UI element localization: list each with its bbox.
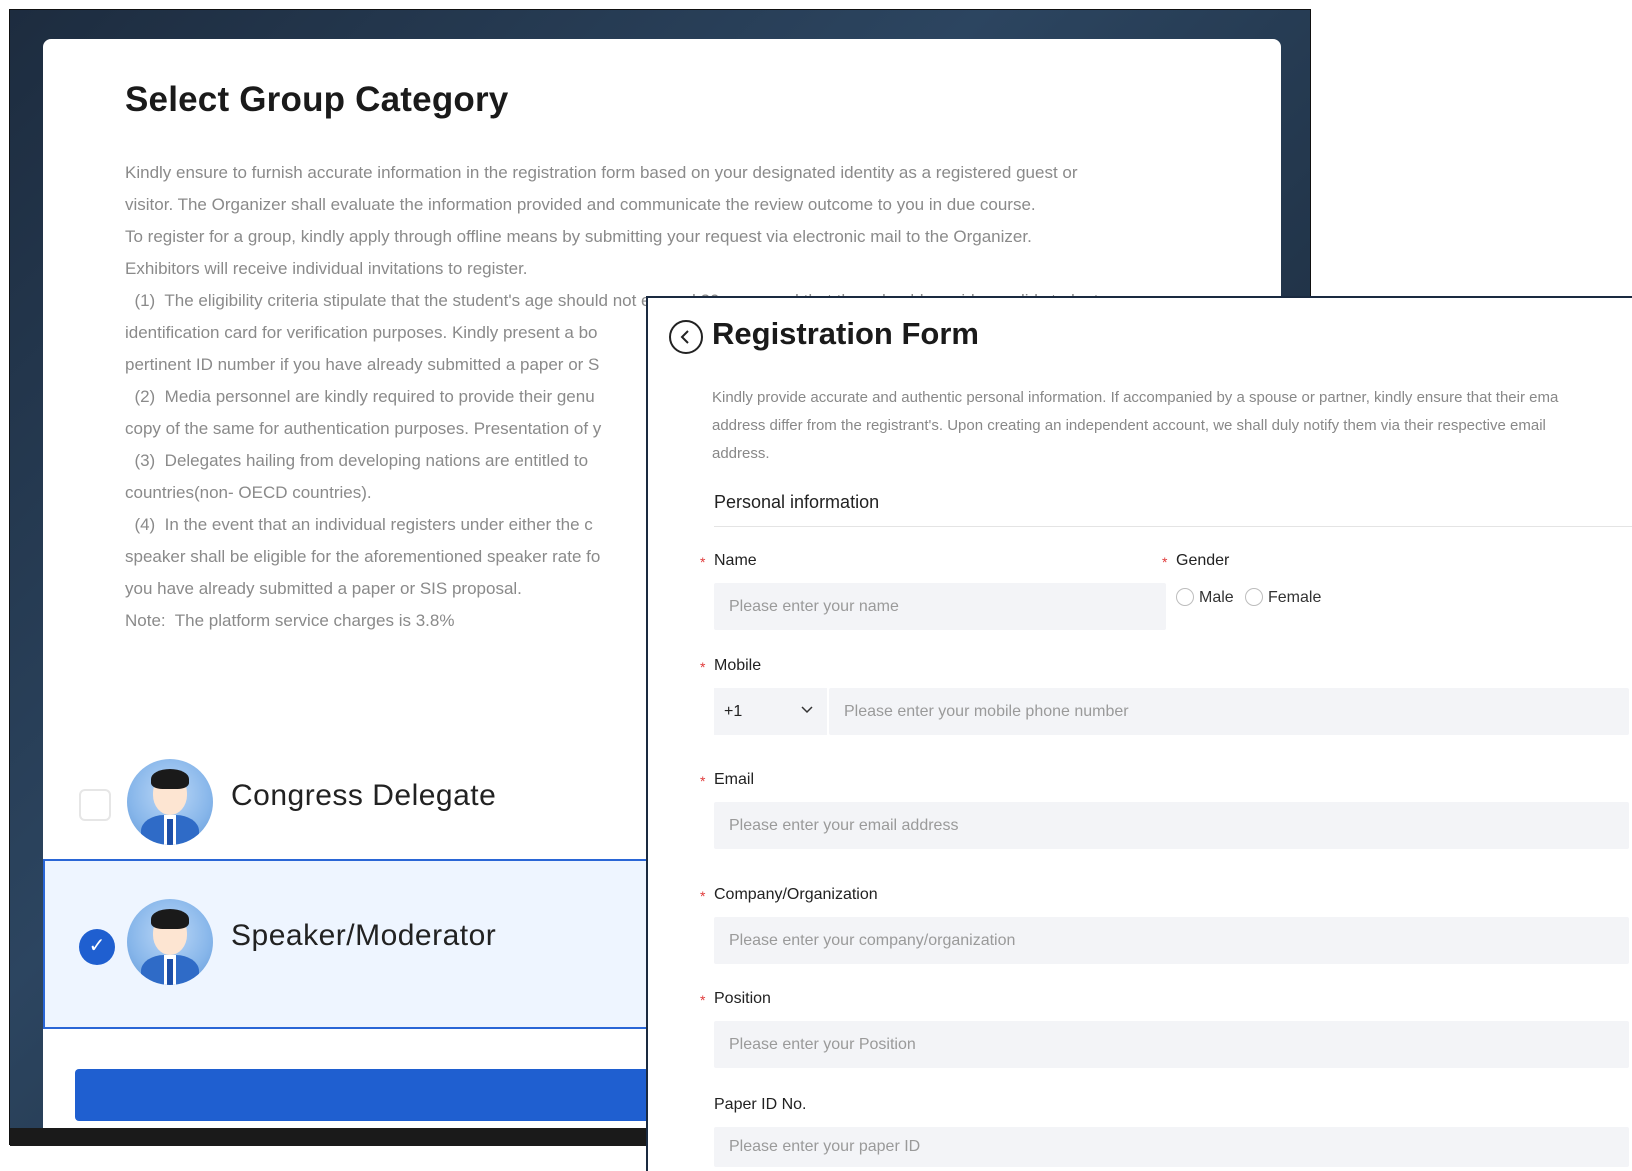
category-title: Select Group Category: [125, 80, 509, 119]
section-divider: [714, 526, 1632, 527]
delegate-avatar-icon: [127, 759, 213, 845]
required-mark: *: [700, 554, 706, 570]
description-line: To register for a group, kindly apply th…: [125, 227, 1032, 246]
gender-label: Gender: [1176, 552, 1230, 569]
description-line: Kindly provide accurate and authentic pe…: [712, 389, 1559, 406]
form-title: Registration Form: [712, 316, 979, 351]
radio-button[interactable]: [1245, 588, 1263, 606]
required-mark: *: [1162, 554, 1168, 570]
mobile-label: Mobile: [714, 657, 762, 674]
gender-option-male[interactable]: Male: [1176, 588, 1234, 607]
email-label: Email: [714, 771, 755, 788]
name-label: Name: [714, 552, 757, 569]
chevron-down-icon: [801, 706, 813, 714]
email-input[interactable]: [714, 802, 1629, 849]
position-input[interactable]: [714, 1021, 1629, 1068]
company-input[interactable]: [714, 917, 1629, 964]
section-title: Personal information: [714, 492, 880, 512]
required-mark: *: [700, 992, 706, 1008]
option-checkbox[interactable]: [79, 789, 111, 821]
required-mark: *: [700, 773, 706, 789]
description-line: visitor. The Organizer shall evaluate th…: [125, 195, 1036, 214]
option-label: Speaker/Moderator: [231, 919, 497, 952]
description-line: address.: [712, 445, 770, 462]
speaker-avatar-icon: [127, 899, 213, 985]
registration-form-window: Registration Form Kindly provide accurat…: [646, 296, 1632, 1171]
radio-button[interactable]: [1176, 588, 1194, 606]
required-mark: *: [700, 888, 706, 904]
required-mark: *: [700, 659, 706, 675]
checkmark-icon[interactable]: ✓: [79, 929, 115, 965]
gender-option-female[interactable]: Female: [1245, 588, 1321, 607]
position-label: Position: [714, 990, 771, 1007]
country-code-select[interactable]: +1: [714, 688, 828, 735]
option-label: Congress Delegate: [231, 779, 497, 812]
name-input[interactable]: [714, 583, 1166, 630]
radio-label: Male: [1199, 589, 1234, 606]
description-line: address differ from the registrant's. Up…: [712, 417, 1546, 434]
form-description: Kindly provide accurate and authentic pe…: [712, 384, 1632, 468]
paper-id-label: Paper ID No.: [714, 1096, 807, 1113]
paper-id-input[interactable]: [714, 1127, 1629, 1167]
company-label: Company/Organization: [714, 886, 878, 903]
description-line: Kindly ensure to furnish accurate inform…: [125, 163, 1078, 182]
mobile-input[interactable]: [829, 688, 1629, 735]
description-line: Exhibitors will receive individual invit…: [125, 259, 528, 278]
country-code-value: +1: [724, 703, 743, 720]
back-arrow-circle-icon[interactable]: [669, 320, 703, 354]
radio-label: Female: [1268, 589, 1322, 606]
